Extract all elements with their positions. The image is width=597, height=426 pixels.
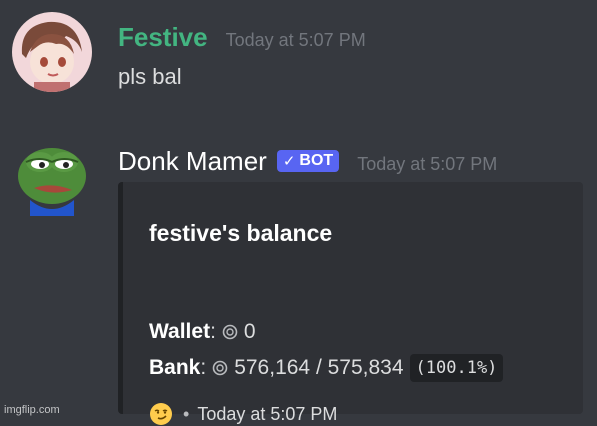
coin-icon — [222, 324, 238, 340]
bank-value: 576,164 / 575,834 — [234, 356, 404, 379]
bank-percent: (100.1%) — [409, 354, 504, 382]
message-timestamp: Today at 5:07 PM — [225, 30, 366, 50]
avatar-donk-mamer[interactable] — [12, 136, 92, 216]
coin-icon — [212, 360, 228, 376]
message-content: pls bal — [118, 64, 182, 89]
footer-separator: • — [183, 403, 190, 424]
embed-footer: • Today at 5:07 PM — [149, 402, 337, 426]
bot-badge-label: BOT — [299, 152, 334, 169]
bot-badge: ✓ BOT — [276, 150, 340, 172]
bank-label: Bank — [149, 356, 201, 379]
wallet-label: Wallet — [149, 320, 211, 343]
wallet-line: Wallet: 0 — [149, 320, 256, 343]
anime-avatar-icon — [12, 12, 92, 92]
message-timestamp: Today at 5:07 PM — [357, 154, 498, 174]
wallet-value: 0 — [243, 320, 256, 343]
bank-line: Bank: 576,164 / 575,834 (100.1%) — [149, 354, 504, 382]
username-donk-mamer[interactable]: Donk Mamer — [118, 146, 267, 177]
balance-embed: festive's balance Wallet: 0 Bank: 576,16… — [118, 182, 583, 425]
avatar-festive[interactable] — [12, 12, 92, 92]
verified-check-icon: ✓ — [282, 153, 296, 170]
username-festive[interactable]: Festive — [118, 22, 208, 53]
pepe-frog-avatar-icon — [18, 148, 86, 216]
smirk-emoji-icon — [150, 403, 172, 425]
embed-title: festive's balance — [149, 220, 333, 246]
footer-timestamp: Today at 5:07 PM — [197, 403, 338, 424]
imgflip-watermark: imgflip.com — [4, 404, 60, 416]
